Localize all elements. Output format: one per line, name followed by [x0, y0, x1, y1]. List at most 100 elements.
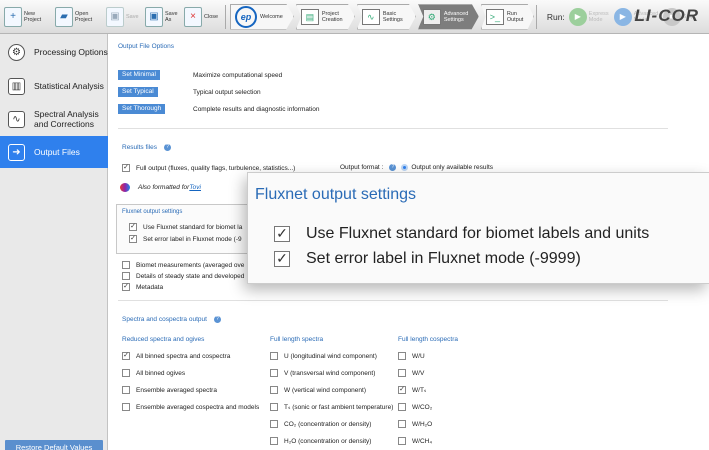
terminal-icon: >_	[485, 8, 504, 25]
toolbar-separator	[535, 4, 537, 29]
checkbox-checked[interactable]: ✓	[398, 386, 406, 394]
step-basic-settings[interactable]: ∿ Basic Settings	[356, 3, 416, 30]
fluxnet-error-checkbox[interactable]: ✓ Set error label in Fluxnet mode (-9	[129, 235, 242, 243]
checkbox-checked[interactable]: ✓	[129, 235, 137, 243]
fluxnet-zoom-callout: Fluxnet output settings ✓ Use Fluxnet st…	[247, 172, 709, 284]
set-typical-button[interactable]: Set Typical	[118, 87, 158, 97]
help-icon[interactable]: ?	[164, 144, 172, 151]
checkbox-unchecked[interactable]	[270, 403, 278, 411]
checkbox-checked[interactable]: ✓	[274, 226, 290, 242]
full-output-checkbox[interactable]: ✓ Full output (fluxes, quality flags, tu…	[122, 164, 295, 172]
set-minimal-desc: Maximize computational speed	[193, 72, 283, 79]
fluxnet-biomet-checkbox[interactable]: ✓ Use Fluxnet standard for biomet la	[129, 223, 242, 231]
wave-icon: ∿	[8, 110, 25, 128]
export-icon: ➜	[8, 143, 25, 161]
checkbox-unchecked[interactable]	[122, 272, 130, 280]
spectra-option[interactable]: W/U	[398, 352, 425, 360]
spectra-option[interactable]: U (longitudinal wind component)	[270, 352, 377, 360]
checkbox-unchecked[interactable]	[270, 352, 278, 360]
checkbox-unchecked[interactable]	[270, 437, 278, 445]
disk-icon: ▣	[106, 6, 124, 27]
spectra-option[interactable]: W (vertical wind component)	[270, 386, 366, 394]
checkbox-checked[interactable]: ✓	[122, 283, 130, 291]
project-icon: ▤	[300, 8, 319, 25]
spectra-option[interactable]: V (transversal wind component)	[270, 369, 375, 377]
details-checkbox[interactable]: Details of steady state and developed	[122, 272, 244, 280]
spectra-option[interactable]: All binned ogives	[122, 369, 185, 377]
checkbox-unchecked[interactable]	[270, 420, 278, 428]
spectra-option[interactable]: CO₂ (concentration or density)	[270, 420, 371, 428]
eddypro-logo-icon: ep	[235, 5, 257, 28]
restore-default-values-button[interactable]: Restore Default Values	[5, 440, 103, 450]
spectra-option[interactable]: ✓ W/Tₛ	[398, 386, 426, 394]
checkbox-unchecked[interactable]	[270, 369, 278, 377]
checkbox-unchecked[interactable]	[122, 386, 130, 394]
checkbox-unchecked[interactable]	[398, 420, 406, 428]
open-project-button[interactable]: ▰ Open Project	[55, 4, 101, 30]
fluxnet-settings-group: Fluxnet output settings ✓ Use Fluxnet st…	[116, 204, 266, 254]
eddypro-window: + New Project ▰ Open Project ▣ Save ▣ Sa…	[0, 0, 709, 450]
output-format-row: Output format : ? Output only available …	[340, 164, 494, 171]
step-project-creation[interactable]: ▤ Project Creation	[295, 3, 355, 30]
step-welcome[interactable]: ep Welcome	[230, 3, 294, 30]
checkbox-unchecked[interactable]	[398, 403, 406, 411]
checkbox-checked[interactable]: ✓	[122, 164, 130, 172]
checkbox-unchecked[interactable]	[270, 386, 278, 394]
help-icon[interactable]: ?	[389, 164, 397, 171]
spectra-option[interactable]: W/CH₄	[398, 437, 432, 445]
new-project-button[interactable]: + New Project	[4, 4, 50, 30]
checkbox-unchecked[interactable]	[122, 261, 130, 269]
toolbar: + New Project ▰ Open Project ▣ Save ▣ Sa…	[0, 0, 709, 34]
signal-icon: ∿	[361, 8, 380, 25]
spectra-option[interactable]: Ensemble averaged spectra	[122, 386, 217, 394]
save-as-button[interactable]: ▣ Save As	[145, 4, 179, 30]
popup-biomet-checkbox[interactable]: ✓ Use Fluxnet standard for biomet labels…	[274, 225, 649, 243]
popup-error-checkbox[interactable]: ✓ Set error label in Fluxnet mode (-9999…	[274, 250, 581, 268]
col-header-reduced-spectra: Reduced spectra and ogives	[122, 336, 205, 343]
spectra-option[interactable]: Tₛ (sonic or fast ambient temperature)	[270, 403, 393, 411]
step-run-output[interactable]: >_ Run Output	[480, 3, 534, 30]
checkbox-unchecked[interactable]	[398, 369, 406, 377]
output-format-radio[interactable]	[401, 164, 409, 171]
spectra-option[interactable]: W/H₂O	[398, 420, 432, 428]
fluxnet-group-title: Fluxnet output settings	[122, 209, 183, 215]
help-icon[interactable]: ?	[213, 316, 221, 323]
sidebar-item-statistical-analysis[interactable]: ▥ Statistical Analysis	[0, 71, 108, 101]
spectra-option[interactable]: ✓ All binned spectra and cospectra	[122, 352, 230, 360]
spectra-option[interactable]: H₂O (concentration or density)	[270, 437, 371, 445]
checkbox-unchecked[interactable]	[122, 369, 130, 377]
checkbox-unchecked[interactable]	[122, 403, 130, 411]
set-thorough-button[interactable]: Set Thorough	[118, 104, 166, 114]
spectra-option[interactable]: Ensemble averaged cospectra and models	[122, 403, 259, 411]
spectra-option[interactable]: W/V	[398, 369, 424, 377]
step-advanced-settings[interactable]: ⚙ Advanced Settings	[417, 3, 479, 30]
checkbox-unchecked[interactable]	[398, 437, 406, 445]
results-files-title: Results files?	[122, 144, 172, 151]
express-mode-button[interactable]: ▶ Express Mode	[568, 5, 609, 29]
biomet-checkbox[interactable]: Biomet measurements (averaged ove	[122, 261, 244, 269]
play-icon: ▶	[613, 7, 632, 26]
gear-icon: ⚙	[8, 43, 25, 61]
sidebar-item-processing-options[interactable]: ⚙ Processing Options	[0, 37, 108, 67]
checkbox-checked[interactable]: ✓	[274, 251, 290, 267]
checkbox-checked[interactable]: ✓	[122, 352, 130, 360]
checkbox-checked[interactable]: ✓	[129, 223, 137, 231]
save-as-icon: ▣	[145, 6, 163, 27]
spectra-option[interactable]: W/CO₂	[398, 403, 432, 411]
chart-icon: ▥	[8, 77, 25, 95]
spectra-title: Spectra and cospectra output?	[122, 316, 221, 323]
tovi-link[interactable]: Tovi	[189, 184, 201, 191]
checkbox-unchecked[interactable]	[398, 352, 406, 360]
sidebar: ⚙ Processing Options ▥ Statistical Analy…	[0, 34, 108, 450]
set-minimal-button[interactable]: Set Minimal	[118, 70, 160, 80]
popup-title: Fluxnet output settings	[255, 186, 416, 203]
close-button[interactable]: × Close	[184, 4, 220, 30]
sidebar-item-output-files[interactable]: ➜ Output Files	[0, 136, 108, 168]
save-button[interactable]: ▣ Save	[106, 4, 140, 30]
output-file-options-title: Output File Options	[118, 43, 174, 50]
divider	[118, 128, 668, 129]
metadata-checkbox[interactable]: ✓ Metadata	[122, 283, 163, 291]
sidebar-item-spectral-analysis[interactable]: ∿ Spectral Analysis and Corrections	[0, 102, 108, 136]
col-header-full-cospectra: Full length cospectra	[398, 336, 458, 343]
new-file-icon: +	[4, 6, 22, 27]
